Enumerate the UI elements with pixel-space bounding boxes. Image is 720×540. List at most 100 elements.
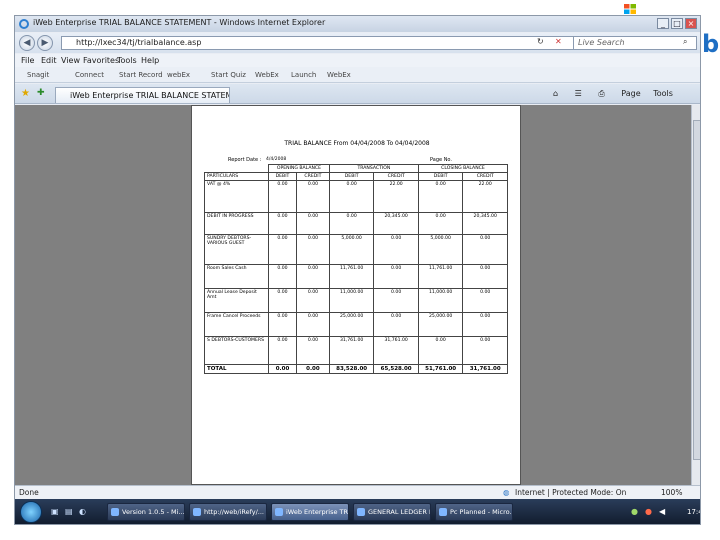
- cell-value: 5,000.00: [328, 234, 375, 265]
- link-start-record[interactable]: Start Record: [119, 71, 163, 79]
- col-open-credit: CREDIT: [296, 172, 330, 181]
- header-opening-balance: OPENING BALANCE: [268, 164, 330, 173]
- add-favorite-icon[interactable]: ✚: [37, 88, 45, 98]
- menu-edit[interactable]: Edit: [41, 56, 57, 65]
- cell-value: 0.00: [296, 312, 330, 337]
- taskbar-item-label: Pc Planned - Micro...: [450, 508, 513, 516]
- trial-balance-table: OPENING BALANCE TRANSACTION CLOSING BALA…: [204, 164, 509, 374]
- cell-value: 0.00: [462, 264, 508, 289]
- tab-trial-balance[interactable]: iWeb Enterprise TRIAL BALANCE STATEMENT: [55, 87, 230, 103]
- vertical-scrollbar[interactable]: [691, 105, 700, 485]
- taskbar-item-3[interactable]: iWeb Enterprise TRI...: [271, 503, 349, 521]
- tray-icon[interactable]: ●: [645, 507, 652, 516]
- cell-value: 0.00: [462, 288, 508, 313]
- link-webex-1[interactable]: webEx: [167, 71, 190, 79]
- col-trans-debit: DEBIT: [328, 172, 375, 181]
- cell-value: 0.00: [268, 234, 297, 265]
- cell-value: 11,761.00: [328, 264, 375, 289]
- cell-value: 11,000.00: [328, 288, 375, 313]
- cell-value: 0.00: [268, 288, 297, 313]
- scrollbar-thumb[interactable]: [693, 120, 700, 460]
- zoom-level[interactable]: 100%: [661, 488, 682, 497]
- header-transaction: TRANSACTION: [328, 164, 419, 173]
- taskbar-item-5[interactable]: Pc Planned - Micro...: [435, 503, 513, 521]
- address-row: ◀ ▶ http://lxec34/tj/trialbalance.asp ↻ …: [15, 33, 700, 53]
- cell-value: 0.00: [373, 234, 419, 265]
- report-date-label: Report Date :: [228, 157, 262, 163]
- taskbar-item-2[interactable]: http://web/iRefy/...: [189, 503, 267, 521]
- cell-value: 0.00: [417, 212, 464, 235]
- close-button[interactable]: ×: [685, 18, 697, 29]
- cell-value: 0.00: [328, 212, 375, 235]
- total-value: 51,761.00: [417, 364, 464, 374]
- title-bar: iWeb Enterprise TRIAL BALANCE STATEMENT …: [15, 16, 700, 32]
- cell-value: 0.00: [268, 264, 297, 289]
- menu-tools[interactable]: Tools: [117, 56, 137, 65]
- home-icon[interactable]: ⌂: [553, 89, 558, 98]
- total-value: 65,528.00: [373, 364, 419, 374]
- cell-value: 0.00: [296, 212, 330, 235]
- cell-particular: SUNDRY DEBTORS-VARIOUS GUEST: [204, 234, 269, 265]
- maximize-button[interactable]: □: [671, 18, 683, 29]
- taskbar-item-label: iWeb Enterprise TRI...: [286, 508, 349, 516]
- total-value: 0.00: [268, 364, 297, 374]
- browser-window: iWeb Enterprise TRIAL BALANCE STATEMENT …: [14, 15, 701, 525]
- search-input[interactable]: Live Search: [573, 36, 697, 50]
- table-row: VAT @ 4% 0.00 0.00 0.00 22.00 0.00 22.00: [204, 180, 508, 213]
- ie-icon: [275, 508, 283, 516]
- cell-particular: Annual Lease Deposit Amt: [204, 288, 269, 313]
- globe-icon: ◍: [503, 488, 510, 497]
- status-bar: Done ◍ Internet | Protected Mode: On 100…: [15, 485, 700, 499]
- refresh-icon[interactable]: ↻: [537, 37, 544, 46]
- tray-icon[interactable]: ●: [631, 507, 638, 516]
- start-button[interactable]: [20, 501, 42, 523]
- volume-icon[interactable]: ◀: [659, 507, 665, 516]
- page-menu[interactable]: Page: [621, 89, 640, 98]
- cell-particular: S DEBTORS-CUSTOMERS: [204, 336, 269, 365]
- link-snagit[interactable]: Snagit: [27, 71, 49, 79]
- print-icon[interactable]: ⎙: [598, 89, 604, 98]
- menu-file[interactable]: File: [21, 56, 34, 65]
- cell-value: 31,761.00: [328, 336, 375, 365]
- taskbar-item-4[interactable]: GENERAL LEDGER B...: [353, 503, 431, 521]
- feeds-icon[interactable]: ☰: [575, 89, 582, 98]
- cell-value: 0.00: [462, 312, 508, 337]
- cell-value: 20,345.00: [462, 212, 508, 235]
- ie-quick-icon[interactable]: ◐: [79, 507, 86, 516]
- link-webex-3[interactable]: WebEx: [327, 71, 351, 79]
- address-input[interactable]: http://lxec34/tj/trialbalance.asp: [61, 36, 581, 50]
- quick-launch-icon[interactable]: ▣: [51, 507, 59, 516]
- cell-value: 0.00: [268, 336, 297, 365]
- col-particulars: PARTICULARS: [204, 172, 269, 181]
- menu-favorites[interactable]: Favorites: [83, 56, 119, 65]
- menu-help[interactable]: Help: [141, 56, 159, 65]
- table-row: Annual Lease Deposit Amt 0.00 0.00 11,00…: [204, 288, 508, 313]
- report-page: TRIAL BALANCE From 04/04/2008 To 04/04/2…: [191, 105, 521, 485]
- back-button[interactable]: ◀: [19, 35, 35, 51]
- show-desktop-icon[interactable]: ▤: [65, 507, 73, 516]
- menu-view[interactable]: View: [61, 56, 80, 65]
- header-closing-balance: CLOSING BALANCE: [417, 164, 509, 173]
- zone-text: Internet | Protected Mode: On: [515, 488, 627, 497]
- taskbar: ▣ ▤ ◐ Version 1.0.5 - Mi... http://web/i…: [15, 499, 700, 524]
- status-text: Done: [19, 488, 39, 497]
- link-connect[interactable]: Connect: [75, 71, 104, 79]
- page-no-label: Page No.: [430, 157, 452, 163]
- taskbar-item-1[interactable]: Version 1.0.5 - Mi...: [107, 503, 185, 521]
- minimize-button[interactable]: _: [657, 18, 669, 29]
- cell-value: 0.00: [373, 312, 419, 337]
- total-value: 0.00: [296, 364, 330, 374]
- cell-value: 22.00: [462, 180, 508, 213]
- link-start-quiz[interactable]: Start Quiz: [211, 71, 246, 79]
- favorites-star-icon[interactable]: ★: [21, 88, 30, 99]
- link-webex-2[interactable]: WebEx: [255, 71, 279, 79]
- cell-value: 0.00: [296, 264, 330, 289]
- search-icon[interactable]: ⌕: [683, 37, 687, 47]
- forward-button[interactable]: ▶: [37, 35, 53, 51]
- tools-menu[interactable]: Tools: [653, 89, 673, 98]
- links-toolbar: Snagit Connect Start Record webEx Start …: [15, 67, 700, 83]
- app-icon: [439, 508, 447, 516]
- brand-logo-icon: b: [702, 30, 720, 58]
- stop-icon[interactable]: ✕: [555, 37, 562, 46]
- link-launch[interactable]: Launch: [291, 71, 316, 79]
